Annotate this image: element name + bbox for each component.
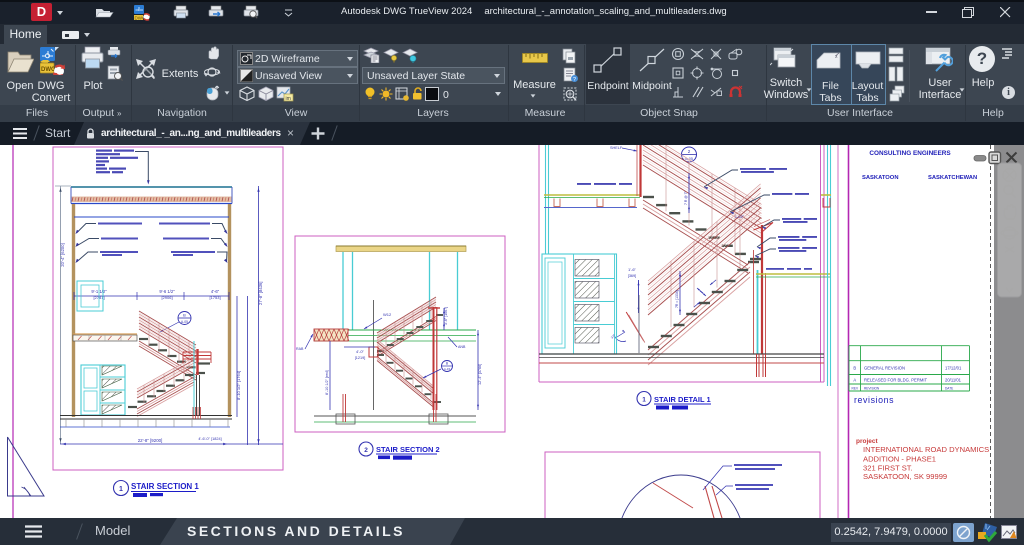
svg-text:STAIR SECTION 1: STAIR SECTION 1 xyxy=(131,482,199,491)
svg-text:SASKATOON, SK 99999: SASKATOON, SK 99999 xyxy=(863,472,947,481)
svg-text:STAIR DETAIL 1: STAIR DETAIL 1 xyxy=(654,395,711,404)
svg-text:4'-6": 4'-6" xyxy=(211,289,220,294)
svg-text:1'-6": 1'-6" xyxy=(628,267,637,272)
svg-text:DATE: DATE xyxy=(945,386,953,390)
svg-text:revisions: revisions xyxy=(854,395,894,405)
svg-text:RAB: RAB xyxy=(296,347,304,351)
svg-text:2: 2 xyxy=(364,447,368,454)
svg-text:im: im xyxy=(286,96,291,102)
svg-text:1: 1 xyxy=(642,397,646,404)
svg-text:1: 1 xyxy=(119,486,123,493)
svg-text:ANB: ANB xyxy=(458,345,466,349)
svg-text:7R = [1334]: 7R = [1334] xyxy=(675,290,679,308)
svg-text:INTERNATIONAL ROAD DYNAMICS: INTERNATIONAL ROAD DYNAMICS xyxy=(863,445,989,454)
svg-text:GENERAL REVISION: GENERAL REVISION xyxy=(864,366,905,371)
svg-text:0: 0 xyxy=(443,89,449,101)
svg-text:A-15: A-15 xyxy=(444,367,451,371)
svg-text:A: A xyxy=(853,378,856,383)
svg-text:[369]: [369] xyxy=(628,274,636,278)
svg-text:B: B xyxy=(183,313,186,318)
svg-text:22'-8" [9200]: 22'-8" [9200] xyxy=(138,438,163,443)
svg-text:7 R @ 7": 7 R @ 7" xyxy=(684,191,688,205)
svg-text:project: project xyxy=(856,438,879,445)
svg-text:17/12/01: 17/12/01 xyxy=(945,366,962,371)
svg-text:12'-4" [3766]: 12'-4" [3766] xyxy=(478,364,482,385)
svg-text:4'-0": 4'-0" xyxy=(356,349,365,354)
svg-text:REV: REV xyxy=(852,386,859,390)
svg-text:W12: W12 xyxy=(383,312,392,317)
svg-text:ADDITION - PHASE1: ADDITION - PHASE1 xyxy=(863,455,936,464)
svg-text:STAIR SECTION 2: STAIR SECTION 2 xyxy=(376,445,440,454)
svg-text:3'-6" [1067]: 3'-6" [1067] xyxy=(444,307,448,325)
svg-text:1-1/2": 1-1/2" xyxy=(735,215,745,219)
svg-text:SASKATOON: SASKATOON xyxy=(862,175,899,181)
svg-text:20/11/01: 20/11/01 xyxy=(945,378,962,383)
svg-text:[1753]: [1753] xyxy=(209,295,220,300)
svg-text:[1219]: [1219] xyxy=(355,356,366,360)
svg-text:27'-8" [8436]: 27'-8" [8436] xyxy=(258,282,263,305)
svg-text:REVISION: REVISION xyxy=(864,386,880,390)
svg-text:8'-10 1/2" [1764]: 8'-10 1/2" [1764] xyxy=(236,371,241,400)
svg-text:8'-10 1/2" [red]: 8'-10 1/2" [red] xyxy=(325,370,329,395)
svg-text:[2906]: [2906] xyxy=(161,295,172,300)
svg-text:RELEASED FOR BLDG. PERMIT: RELEASED FOR BLDG. PERMIT xyxy=(864,378,928,383)
svg-text:B: B xyxy=(853,366,856,371)
svg-text:CONSULTING ENGINEERS: CONSULTING ENGINEERS xyxy=(869,150,951,157)
svg-text:DWG: DWG xyxy=(41,67,56,73)
svg-text:4'-6'-0" [1824]: 4'-6'-0" [1824] xyxy=(198,437,221,441)
svg-text:20'-4" [6200]: 20'-4" [6200] xyxy=(60,243,65,266)
svg-text:SHELF: SHELF xyxy=(610,146,623,150)
svg-text:SASKATCHEWAN: SASKATCHEWAN xyxy=(928,175,977,181)
svg-text:?: ? xyxy=(573,77,576,83)
svg-text:A-05: A-05 xyxy=(181,320,188,324)
svg-text:9'-6 1/2": 9'-6 1/2" xyxy=(159,289,175,294)
